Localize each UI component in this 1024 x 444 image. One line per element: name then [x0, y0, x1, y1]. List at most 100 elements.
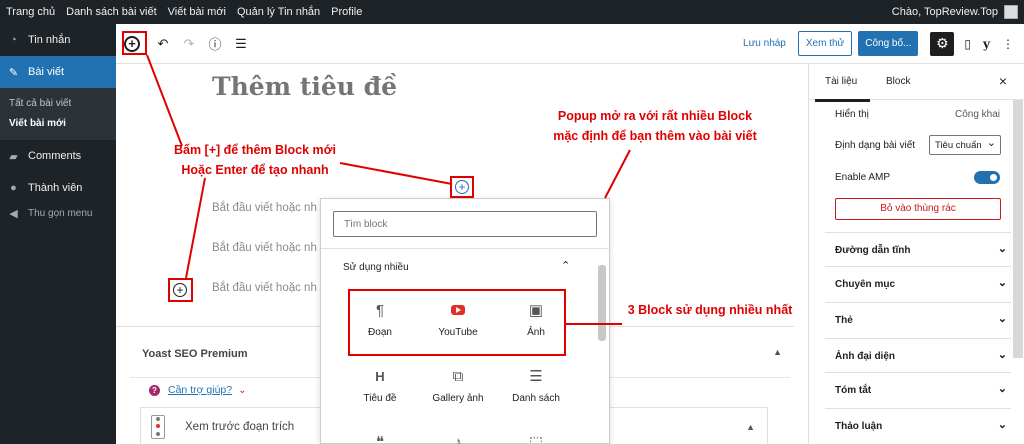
amp-label: Enable AMP [835, 172, 891, 183]
yoast-icon[interactable]: y [983, 37, 990, 51]
tab-document[interactable]: Tài liệu [814, 76, 871, 102]
chevron-down-icon: ⌄ [997, 349, 1007, 361]
adminbar-posts-list[interactable]: Danh sách bài viết [66, 6, 157, 18]
paragraph-placeholder[interactable]: Bắt đầu viết hoặc nh [212, 282, 317, 294]
panel-discussion[interactable]: Thảo luận ⌄ [825, 408, 1011, 442]
annotation-popup: Popup mở ra với rất nhiều Block mặc định… [530, 106, 780, 146]
submenu-new-post[interactable]: Viết bài mới [0, 114, 116, 134]
list-icon: ☰ [529, 368, 543, 385]
tab-block[interactable]: Block [886, 76, 910, 87]
block-quote[interactable]: ❝ [341, 431, 419, 444]
panel-label: Thẻ [835, 315, 853, 326]
move-to-trash-button[interactable]: Bỏ vào thùng rác [835, 198, 1001, 220]
chevron-down-icon: ⌄ [997, 277, 1007, 289]
undo-icon[interactable]: ↶ [152, 33, 174, 55]
sidebar-item-comments[interactable]: ▰ Comments [0, 140, 116, 172]
annotation-line: Bấm [+] để thêm Block mới [173, 143, 337, 157]
adminbar-greeting[interactable]: Chào, TopReview.Top [892, 6, 998, 18]
sidebar-item-label: Tin nhắn [28, 34, 71, 46]
block-cover[interactable]: ⬚ [497, 431, 575, 444]
block-search-input[interactable]: Tìm block [333, 211, 597, 237]
outline-icon[interactable]: ☰ [230, 33, 252, 55]
sidebar-item-users[interactable]: ● Thành viên [0, 172, 116, 204]
chevron-down-icon[interactable]: ⌄ [238, 385, 246, 396]
publish-button[interactable]: Công bố... [858, 31, 919, 56]
settings-tabs: Tài liệu Block × [809, 64, 1024, 102]
panel-featured-image[interactable]: Ảnh đại diện ⌄ [825, 338, 1011, 372]
post-title[interactable]: Thêm tiêu đề [212, 72, 397, 101]
block-gallery[interactable]: ⧉ Gallery ảnh [419, 365, 497, 405]
editor-toolbar: + ↶ ↷ ⓘ ☰ Lưu nháp Xem thử Công bố... ⚙ … [116, 24, 1024, 64]
paragraph-placeholder[interactable]: Bắt đầu viết hoặc nh [212, 202, 317, 214]
comment-icon: ▰ [9, 150, 18, 163]
chevron-up-icon[interactable]: ⌃ [561, 259, 570, 272]
adminbar-messages[interactable]: Quản lý Tin nhắn [237, 6, 320, 18]
save-draft-button[interactable]: Lưu nháp [743, 38, 786, 49]
gauge-icon: ◔ [10, 34, 17, 46]
caret-up-icon[interactable]: ▲ [746, 422, 755, 432]
quote-icon: ❝ [375, 434, 385, 444]
block-heading[interactable]: H Tiêu đề [341, 365, 419, 405]
sidebar-item-posts[interactable]: ✎ Bài viết [0, 56, 116, 88]
yoast-title[interactable]: Yoast SEO Premium [142, 348, 248, 360]
redo-icon[interactable]: ↷ [178, 33, 200, 55]
annotation-most-used: 3 Block sử dụng nhiều nhất [620, 300, 800, 320]
snippet-label: Xem trước đoạn trích [185, 420, 295, 433]
highlight-side-plus [168, 278, 193, 302]
block-audio[interactable]: ♪ [419, 431, 497, 444]
amp-icon[interactable]: ▯ [964, 37, 971, 51]
adminbar-profile[interactable]: Profile [331, 6, 362, 18]
panel-label: Chuyên mục [835, 279, 896, 290]
more-options-icon[interactable]: ⋮ [1002, 37, 1014, 51]
chevron-down-icon: ⌄ [997, 419, 1007, 431]
paragraph-placeholder[interactable]: Bắt đầu viết hoặc nh [212, 242, 317, 254]
collapse-menu-button[interactable]: ◀ Thu gọn menu [0, 204, 116, 222]
caret-up-icon[interactable]: ▲ [773, 347, 782, 357]
annotation-line: mặc định để bạn thêm vào bài viết [553, 129, 757, 143]
panel-label: Tóm tắt [835, 385, 872, 396]
sidebar-item-label: Bài viết [28, 66, 65, 78]
panel-tags[interactable]: Thẻ ⌄ [825, 302, 1011, 336]
sidebar-item-label: Thành viên [28, 182, 83, 194]
gear-icon[interactable]: ⚙ [930, 31, 955, 56]
preview-button[interactable]: Xem thử [797, 31, 853, 56]
popup-scrollbar[interactable] [598, 265, 606, 341]
post-format-label: Định dạng bài viết [835, 140, 916, 151]
submenu-all-posts[interactable]: Tất cả bài viết [0, 94, 116, 114]
amp-toggle[interactable] [974, 171, 1000, 184]
highlight-most-used-blocks [348, 289, 566, 356]
adminbar-home[interactable]: Trang chủ [6, 6, 55, 18]
collapse-label: Thu gọn menu [28, 207, 93, 219]
divider [321, 248, 611, 249]
sidebar-submenu: Tất cả bài viết Viết bài mới [0, 88, 116, 140]
avatar[interactable] [1004, 5, 1018, 19]
block-label: Danh sách [512, 393, 560, 404]
panel-permalink[interactable]: Đường dẫn tĩnh ⌄ [825, 232, 1011, 266]
info-icon[interactable]: ⓘ [204, 33, 226, 55]
music-icon: ♪ [454, 433, 462, 444]
highlight-inline-plus [450, 176, 474, 198]
gallery-icon: ⧉ [452, 367, 464, 385]
settings-scrollbar[interactable] [1013, 100, 1023, 358]
panel-label: Ảnh đại diện [835, 351, 895, 362]
cover-icon: ⬚ [528, 434, 544, 444]
annotation-line: 3 Block sử dụng nhiều nhất [627, 303, 793, 317]
block-list[interactable]: ☰ Danh sách [497, 365, 575, 404]
panel-label: Đường dẫn tĩnh [835, 245, 911, 256]
admin-sidebar: ◔ Tin nhắn ✎ Bài viết Tất cả bài viết Vi… [0, 24, 116, 444]
close-icon[interactable]: × [999, 73, 1007, 89]
panel-categories[interactable]: Chuyên mục ⌄ [825, 266, 1011, 300]
visibility-label: Hiển thị [835, 109, 869, 120]
annotation-add-block: Bấm [+] để thêm Block mới Hoặc Enter để … [160, 140, 350, 180]
block-label: Tiêu đề [363, 393, 397, 404]
adminbar-new-post[interactable]: Viết bài mới [168, 6, 226, 18]
panel-excerpt[interactable]: Tóm tắt ⌄ [825, 372, 1011, 406]
settings-sidebar: Tài liệu Block × Hiển thị Công khai Định… [808, 64, 1024, 444]
user-icon: ● [10, 182, 17, 194]
help-link[interactable]: Cần trợ giúp? [168, 384, 232, 396]
visibility-value[interactable]: Công khai [955, 109, 1000, 120]
block-category-title[interactable]: Sử dụng nhiều [343, 262, 409, 273]
chevron-down-icon: ⌄ [997, 383, 1007, 395]
post-format-select[interactable]: Tiêu chuẩn [929, 135, 1001, 155]
sidebar-item-messages[interactable]: ◔ Tin nhắn [0, 24, 116, 56]
